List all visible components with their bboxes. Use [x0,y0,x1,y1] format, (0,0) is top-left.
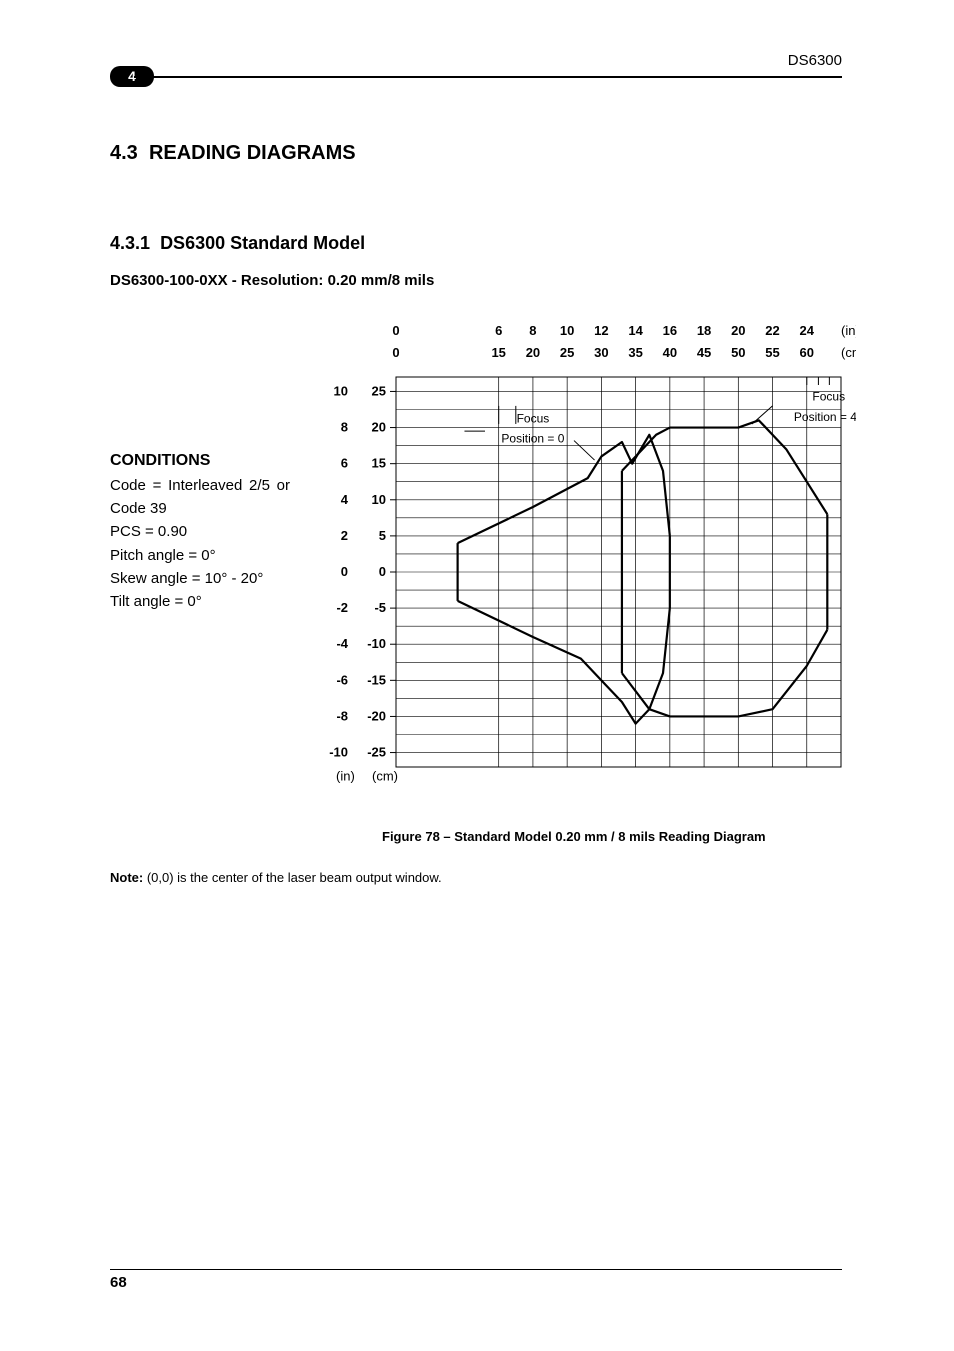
svg-text:20: 20 [731,323,745,338]
svg-text:8: 8 [341,420,348,435]
svg-text:-6: -6 [336,672,348,687]
svg-text:16: 16 [663,323,677,338]
svg-text:18: 18 [697,323,711,338]
conditions-line: Skew angle = 10° - 20° [110,567,290,590]
conditions-block: CONDITIONS Code = Interleaved 2/5 or Cod… [110,449,290,613]
svg-text:-15: -15 [367,672,386,687]
svg-text:5: 5 [379,528,386,543]
svg-text:-8: -8 [336,708,348,723]
conditions-line: Code = Interleaved 2/5 or Code 39 [110,474,290,521]
conditions-line: PCS = 0.90 [110,520,290,543]
svg-text:20: 20 [526,345,540,360]
section-2-title: DS6300 Standard Model [160,233,365,253]
svg-text:-4: -4 [336,636,348,651]
header-rule [134,76,842,78]
svg-text:0: 0 [392,345,399,360]
note-text: (0,0) is the center of the laser beam ou… [143,870,441,885]
svg-text:6: 6 [341,456,348,471]
model-resolution-line: DS6300-100-0XX - Resolution: 0.20 mm/8 m… [110,272,842,289]
svg-text:-10: -10 [367,636,386,651]
svg-text:24: 24 [800,323,815,338]
conditions-line: Tilt angle = 0° [110,590,290,613]
svg-text:45: 45 [697,345,711,360]
product-name: DS6300 [788,52,842,69]
svg-text:25: 25 [372,383,386,398]
chart-svg: 0681012141618202224(in)01520253035404550… [296,317,856,817]
svg-text:Position = 0: Position = 0 [501,432,564,446]
svg-text:-10: -10 [329,745,348,760]
svg-text:-2: -2 [336,600,348,615]
svg-text:50: 50 [731,345,745,360]
svg-text:10: 10 [334,383,348,398]
svg-text:10: 10 [560,323,574,338]
svg-text:10: 10 [372,492,386,507]
section-1-title: READING DIAGRAMS [149,142,356,164]
note-line: Note: (0,0) is the center of the laser b… [110,870,842,885]
svg-text:(cm): (cm) [841,345,856,360]
svg-text:0: 0 [341,564,348,579]
figure-caption: Figure 78 – Standard Model 0.20 mm / 8 m… [382,829,842,844]
svg-text:15: 15 [491,345,505,360]
svg-text:Focus: Focus [517,411,550,425]
svg-text:(cm): (cm) [372,769,398,784]
svg-text:0: 0 [392,323,399,338]
footer-rule [110,1269,842,1270]
svg-text:30: 30 [594,345,608,360]
reading-diagram: CONDITIONS Code = Interleaved 2/5 or Cod… [110,317,842,817]
svg-text:-20: -20 [367,708,386,723]
svg-text:20: 20 [372,420,386,435]
svg-text:0: 0 [379,564,386,579]
section-2-num: 4.3.1 [110,233,150,253]
section-heading-1: 4.3 READING DIAGRAMS [110,142,842,165]
svg-text:40: 40 [663,345,677,360]
svg-text:22: 22 [765,323,779,338]
svg-text:6: 6 [495,323,502,338]
svg-text:55: 55 [765,345,779,360]
svg-text:8: 8 [529,323,536,338]
section-1-num: 4.3 [110,142,138,164]
svg-text:-5: -5 [374,600,386,615]
svg-text:15: 15 [372,456,386,471]
page-number: 68 [110,1274,842,1291]
svg-text:60: 60 [800,345,814,360]
svg-text:25: 25 [560,345,574,360]
conditions-heading: CONDITIONS [110,449,290,474]
page-footer: 68 [110,1269,842,1291]
svg-text:Position = 40: Position = 40 [794,410,856,424]
svg-text:Focus: Focus [812,390,845,404]
svg-text:4: 4 [341,492,349,507]
svg-text:(in): (in) [841,323,856,338]
svg-text:12: 12 [594,323,608,338]
svg-text:(in): (in) [336,769,355,784]
svg-text:2: 2 [341,528,348,543]
svg-text:35: 35 [628,345,642,360]
note-label: Note: [110,870,143,885]
svg-text:14: 14 [628,323,643,338]
section-heading-2: 4.3.1 DS6300 Standard Model [110,233,842,254]
svg-text:-25: -25 [367,745,386,760]
conditions-line: Pitch angle = 0° [110,544,290,567]
